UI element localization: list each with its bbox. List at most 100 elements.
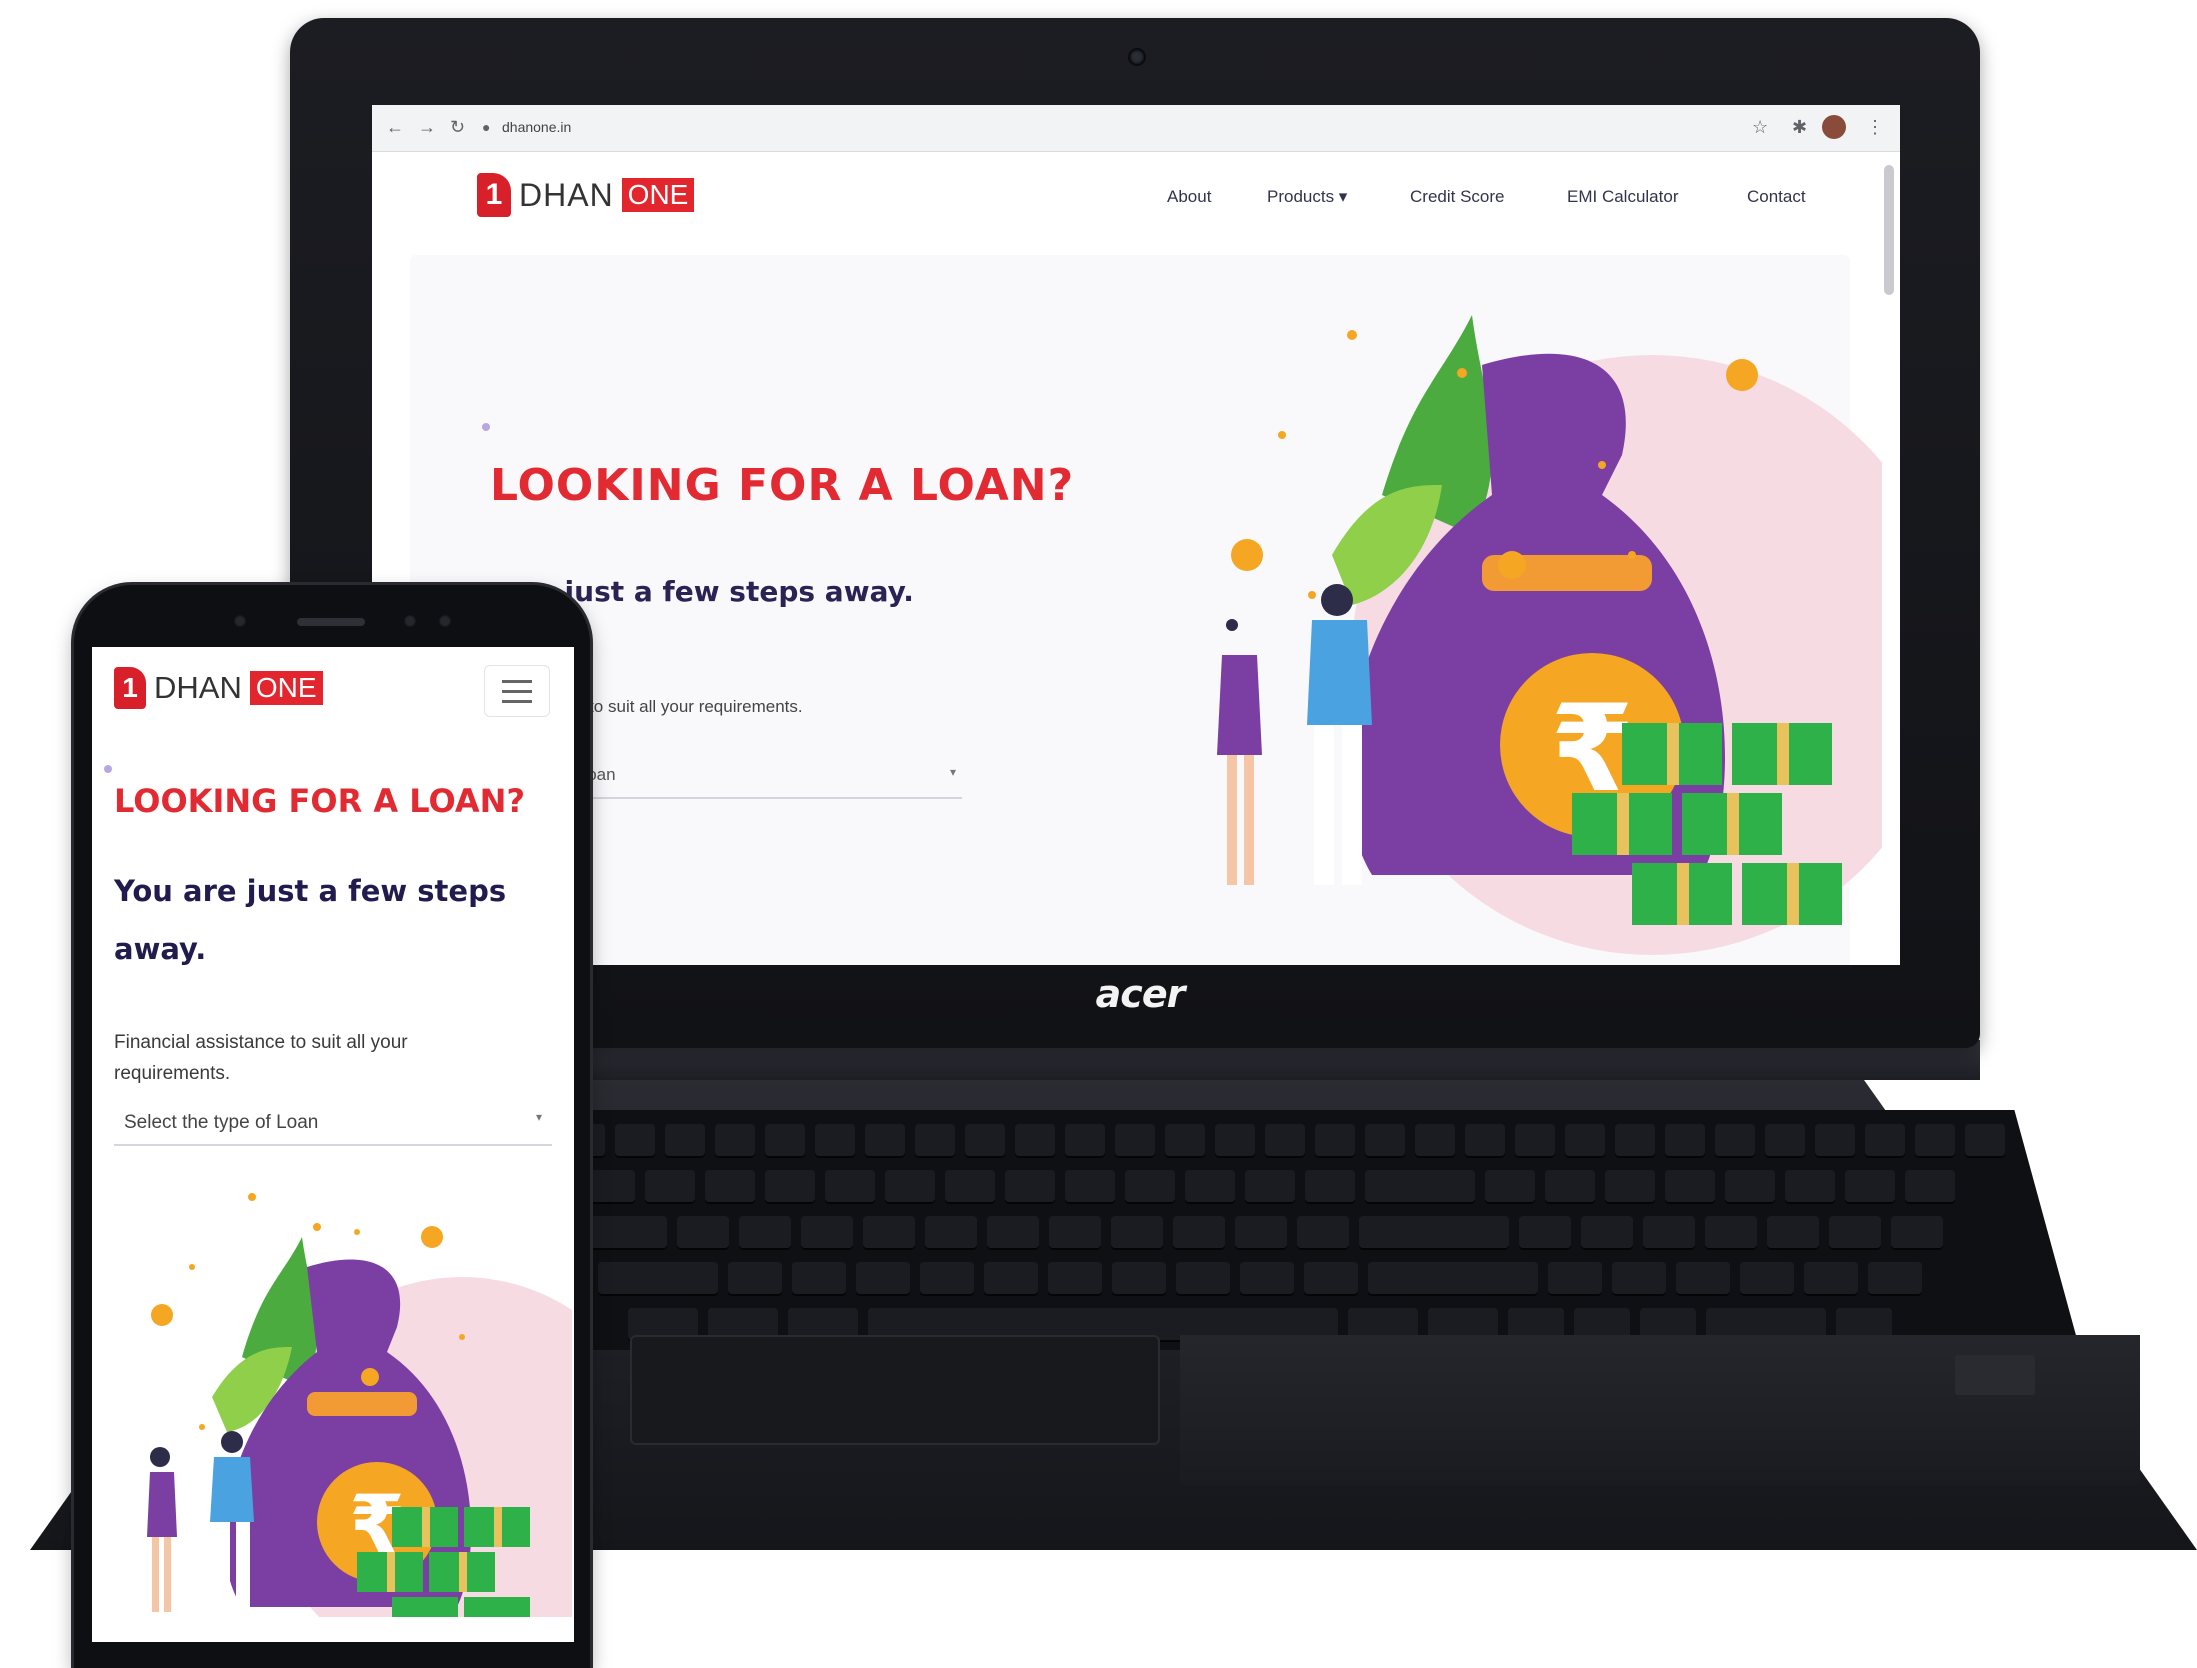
key-row — [440, 1170, 2080, 1204]
key — [1845, 1170, 1895, 1204]
camera-icon — [439, 615, 451, 627]
key — [1605, 1170, 1655, 1204]
key — [1304, 1262, 1358, 1296]
key — [1215, 1124, 1255, 1158]
key — [1891, 1216, 1943, 1250]
avatar-icon[interactable] — [1822, 115, 1846, 139]
key — [677, 1216, 729, 1250]
laptop-screen: ← → ↻ ● dhanone.in ☆ ✱ ⋮ 1 DHAN ONE Abou… — [372, 105, 1900, 965]
site-logo[interactable]: 1 DHAN ONE — [477, 173, 695, 217]
key — [1048, 1262, 1102, 1296]
man-leg — [216, 1522, 230, 1612]
key — [1725, 1170, 1775, 1204]
webcam-icon — [1130, 50, 1144, 64]
nav-credit-score[interactable]: Credit Score — [1410, 187, 1504, 207]
key — [1785, 1170, 1835, 1204]
key — [987, 1216, 1039, 1250]
key — [1005, 1170, 1055, 1204]
key — [1676, 1262, 1730, 1296]
key-row — [440, 1262, 2080, 1296]
key — [1965, 1124, 2005, 1158]
key — [577, 1216, 667, 1250]
key — [1715, 1124, 1755, 1158]
kebab-menu-icon[interactable]: ⋮ — [1866, 117, 1884, 138]
hero-subtitle: re just a few steps away. — [522, 575, 914, 608]
woman-leg — [1227, 755, 1237, 885]
person-head — [221, 1431, 243, 1453]
scrollbar[interactable] — [1884, 165, 1894, 295]
hamburger-menu-button[interactable] — [484, 665, 550, 717]
lock-icon: ● — [482, 119, 491, 135]
key — [1545, 1170, 1595, 1204]
key — [765, 1170, 815, 1204]
site-logo[interactable]: 1 DHAN ONE — [114, 667, 323, 709]
key — [1581, 1216, 1633, 1250]
key — [984, 1262, 1038, 1296]
logo-text: DHAN — [519, 176, 614, 213]
key — [1643, 1216, 1695, 1250]
forward-icon[interactable]: → — [418, 117, 436, 138]
key — [1049, 1216, 1101, 1250]
key — [1185, 1170, 1235, 1204]
star-icon[interactable]: ☆ — [1752, 117, 1768, 138]
phone-device: 1 DHAN ONE LOOKING FOR A LOAN? You are j… — [74, 585, 590, 1668]
hero-illustration: ₹ — [1217, 315, 1882, 955]
puzzle-icon[interactable]: ✱ — [1792, 117, 1807, 138]
key — [1804, 1262, 1858, 1296]
woman-leg — [152, 1537, 159, 1612]
hero-title: LOOKING FOR A LOAN? — [490, 460, 1075, 511]
key — [1615, 1124, 1655, 1158]
key — [1240, 1262, 1294, 1296]
man-figure — [210, 1457, 254, 1522]
person-head — [150, 1447, 170, 1467]
nav-products[interactable]: Products ▾ — [1267, 187, 1347, 207]
key — [915, 1124, 955, 1158]
key — [825, 1170, 875, 1204]
key — [925, 1216, 977, 1250]
key — [1765, 1124, 1805, 1158]
key — [1665, 1170, 1715, 1204]
key — [1865, 1124, 1905, 1158]
person-head — [1226, 619, 1238, 631]
key — [1065, 1124, 1105, 1158]
man-leg — [1342, 725, 1362, 885]
hamburger-icon — [502, 699, 532, 703]
key — [1368, 1262, 1538, 1296]
key — [1065, 1170, 1115, 1204]
man-leg — [1314, 725, 1334, 885]
reload-icon[interactable]: ↻ — [450, 117, 465, 138]
woman-leg — [1244, 755, 1254, 885]
nav-emi-calculator[interactable]: EMI Calculator — [1567, 187, 1678, 207]
hamburger-icon — [502, 679, 532, 683]
key — [1165, 1124, 1205, 1158]
address-bar[interactable]: dhanone.in — [502, 119, 571, 135]
key — [705, 1170, 755, 1204]
phone-speaker — [297, 618, 365, 626]
key — [615, 1124, 655, 1158]
key — [1112, 1262, 1166, 1296]
key — [863, 1216, 915, 1250]
key — [1125, 1170, 1175, 1204]
key — [765, 1124, 805, 1158]
logo-badge: ONE — [621, 178, 695, 212]
key — [1315, 1124, 1355, 1158]
key — [1548, 1262, 1602, 1296]
chevron-down-icon: ▾ — [949, 765, 956, 779]
hero-title: LOOKING FOR A LOAN? — [114, 782, 525, 820]
key — [645, 1170, 695, 1204]
loan-type-select[interactable]: Select the type of Loan ▾ — [114, 1102, 552, 1146]
key — [1305, 1170, 1355, 1204]
key — [1515, 1124, 1555, 1158]
key — [1297, 1216, 1349, 1250]
person-head — [1321, 584, 1353, 616]
key — [1767, 1216, 1819, 1250]
nav-contact[interactable]: Contact — [1747, 187, 1806, 207]
key — [1915, 1124, 1955, 1158]
back-icon[interactable]: ← — [386, 117, 404, 138]
key — [1365, 1124, 1405, 1158]
nav-about[interactable]: About — [1167, 187, 1211, 207]
hamburger-icon — [502, 689, 532, 693]
key — [1235, 1216, 1287, 1250]
key — [965, 1124, 1005, 1158]
key — [1740, 1262, 1794, 1296]
